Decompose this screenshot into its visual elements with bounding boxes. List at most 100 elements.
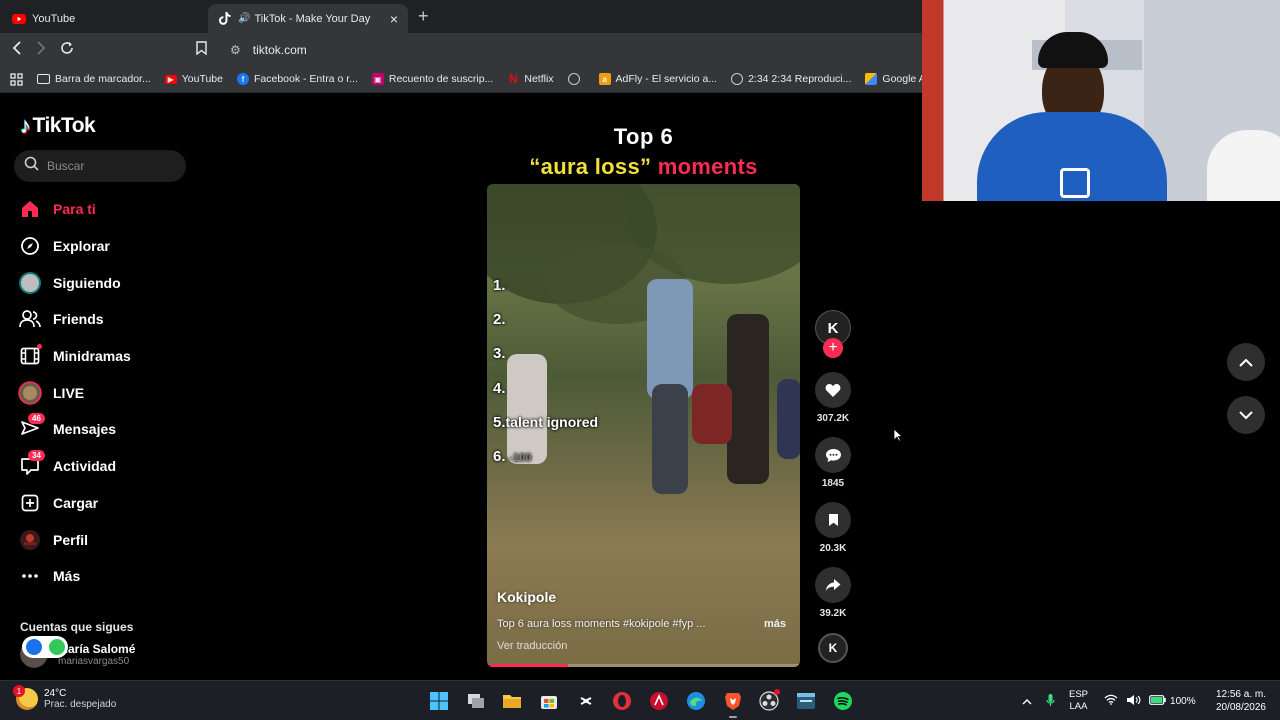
bookmark-folder[interactable]: Barra de marcador... — [37, 73, 151, 85]
url-field[interactable]: ⚙ tiktok.com — [220, 37, 920, 62]
spotify-icon[interactable] — [829, 687, 857, 715]
new-tab-icon[interactable]: + — [418, 6, 429, 27]
mouse-cursor-icon — [893, 428, 903, 442]
sidebar-nav: Para ti Explorar Siguiendo Friends Minid… — [18, 191, 188, 595]
input-language[interactable]: ESP LAA — [1069, 689, 1088, 713]
nav-minidramas[interactable]: Minidramas — [18, 338, 188, 375]
bookmark-globe[interactable] — [567, 73, 585, 85]
tab-audio-icon[interactable]: 🔊 — [238, 13, 250, 24]
search-box[interactable] — [14, 150, 186, 182]
bookmark-sub-count[interactable]: ▣ Recuento de suscrip... — [371, 73, 493, 85]
nav-live[interactable]: LIVE — [18, 374, 188, 411]
video-author[interactable]: Kokipole — [497, 589, 556, 605]
nav-friends[interactable]: Friends — [18, 301, 188, 338]
music-disc[interactable]: K — [818, 633, 848, 663]
video-person — [727, 314, 769, 484]
tray-overflow-icon[interactable] — [1022, 694, 1032, 708]
site-settings-icon[interactable]: ⚙ — [230, 43, 241, 57]
brave-icon[interactable] — [719, 687, 747, 718]
bookmark-icon[interactable] — [815, 502, 851, 538]
nav-para-ti[interactable]: Para ti — [18, 191, 188, 228]
reload-icon[interactable] — [60, 41, 74, 59]
video-person — [692, 384, 732, 444]
webcam-chair — [1207, 130, 1280, 201]
video-progress-bar[interactable] — [487, 664, 800, 667]
system-tray: ESP LAA 100% — [1022, 689, 1196, 713]
bookmark-playback[interactable]: 2:34 2:34 Reproduci... — [731, 73, 851, 85]
bookmark-adfly[interactable]: a AdFly - El servicio a... — [598, 73, 717, 85]
obs-icon[interactable] — [755, 687, 783, 715]
weather-sun-icon: 1 — [13, 685, 38, 710]
previous-video-button[interactable] — [1227, 343, 1265, 381]
messages-badge: 46 — [28, 413, 45, 425]
follow-plus-button[interactable]: + — [823, 338, 843, 358]
file-explorer-icon[interactable] — [498, 687, 526, 715]
apps-grid-icon[interactable] — [10, 72, 23, 86]
back-icon[interactable] — [12, 41, 22, 59]
like-action[interactable]: 307.2K — [815, 372, 851, 424]
tiktok-note-icon: ♪ — [20, 113, 31, 138]
bookmark-youtube[interactable]: ▶ YouTube — [164, 73, 223, 85]
forward-icon[interactable] — [36, 41, 46, 59]
nav-explorar[interactable]: Explorar — [18, 228, 188, 265]
globe-icon — [567, 73, 580, 85]
bookmark-page-icon[interactable] — [196, 41, 207, 59]
wifi-icon[interactable] — [1104, 694, 1118, 708]
microphone-icon[interactable] — [1046, 693, 1055, 710]
bookmark-adsense[interactable]: Google AdSe — [865, 73, 922, 85]
bookmark-facebook[interactable]: f Facebook - Entra o r... — [236, 73, 358, 85]
account-name: María Salomé — [58, 641, 136, 656]
search-input[interactable] — [47, 159, 177, 173]
save-action[interactable]: 20.3K — [815, 502, 851, 554]
store-icon[interactable] — [535, 687, 563, 715]
volume-icon[interactable] — [1126, 694, 1141, 709]
app-red-icon[interactable] — [645, 687, 673, 715]
taskbar-apps — [425, 687, 865, 718]
share-icon[interactable] — [815, 567, 851, 603]
share-action[interactable]: 39.2K — [815, 567, 851, 619]
video-title-yellow: “aura loss” — [529, 154, 652, 179]
system-clock[interactable]: 12:56 a. m. 20/08/2026 — [1208, 688, 1266, 714]
url-text: tiktok.com — [252, 42, 307, 57]
next-video-button[interactable] — [1227, 396, 1265, 434]
tab-close-icon[interactable]: × — [390, 11, 398, 27]
tab-tiktok[interactable]: 🔊 TikTok - Make Your Day × — [208, 4, 408, 33]
live-overlay-pill[interactable] — [22, 636, 68, 658]
heart-icon[interactable] — [815, 372, 851, 408]
nav-mas[interactable]: Más — [18, 558, 188, 595]
opera-gx-icon[interactable] — [608, 687, 636, 715]
video-person — [777, 379, 800, 459]
translate-link[interactable]: Ver traducción — [497, 640, 567, 652]
video-player[interactable]: 1. 2. 3. 4. 5.talent ignored 6. -100 Koki… — [487, 184, 800, 667]
capcut-icon[interactable] — [572, 687, 600, 715]
bookmark-netflix[interactable]: N Netflix — [507, 72, 554, 86]
weather-temp: 24°C — [44, 688, 67, 699]
nav-siguiendo[interactable]: Siguiendo — [18, 264, 188, 301]
tiktok-logo[interactable]: ♪ TikTok — [20, 113, 96, 139]
nav-mensajes[interactable]: 46 Mensajes — [18, 411, 188, 448]
account-username: mariasvargas50 — [58, 655, 130, 667]
battery-icon[interactable] — [1149, 694, 1166, 708]
description-more-button[interactable]: más — [764, 618, 786, 630]
task-view-icon[interactable] — [462, 687, 490, 715]
browser-tab-bar: YouTube 🔊 TikTok - Make Your Day × + — [0, 0, 922, 33]
rank-1: 1. — [493, 277, 506, 294]
webcam-person-cap — [1038, 32, 1108, 68]
power-icon — [48, 639, 65, 655]
rank-4: 4. — [493, 380, 506, 397]
comment-action[interactable]: 1845 — [815, 437, 851, 489]
windows-start-icon[interactable] — [425, 687, 453, 715]
weather-widget[interactable]: 1 24°C Prac. despejado — [13, 685, 116, 710]
video-progress-fill — [487, 664, 569, 667]
nav-cargar[interactable]: Cargar — [18, 485, 188, 522]
nav-perfil[interactable]: Perfil — [18, 521, 188, 558]
nav-actividad[interactable]: 34 Actividad — [18, 448, 188, 485]
bookmarks-bar: Barra de marcador... ▶ YouTube f Facebook … — [0, 66, 922, 93]
more-icon — [18, 564, 42, 588]
rank-3: 3. — [493, 345, 506, 362]
terminal-window-icon[interactable] — [792, 687, 820, 715]
chevron-down-icon — [1239, 410, 1253, 419]
tab-youtube[interactable]: YouTube — [2, 4, 206, 33]
edge-icon[interactable] — [682, 687, 710, 715]
comment-icon[interactable] — [815, 437, 851, 473]
